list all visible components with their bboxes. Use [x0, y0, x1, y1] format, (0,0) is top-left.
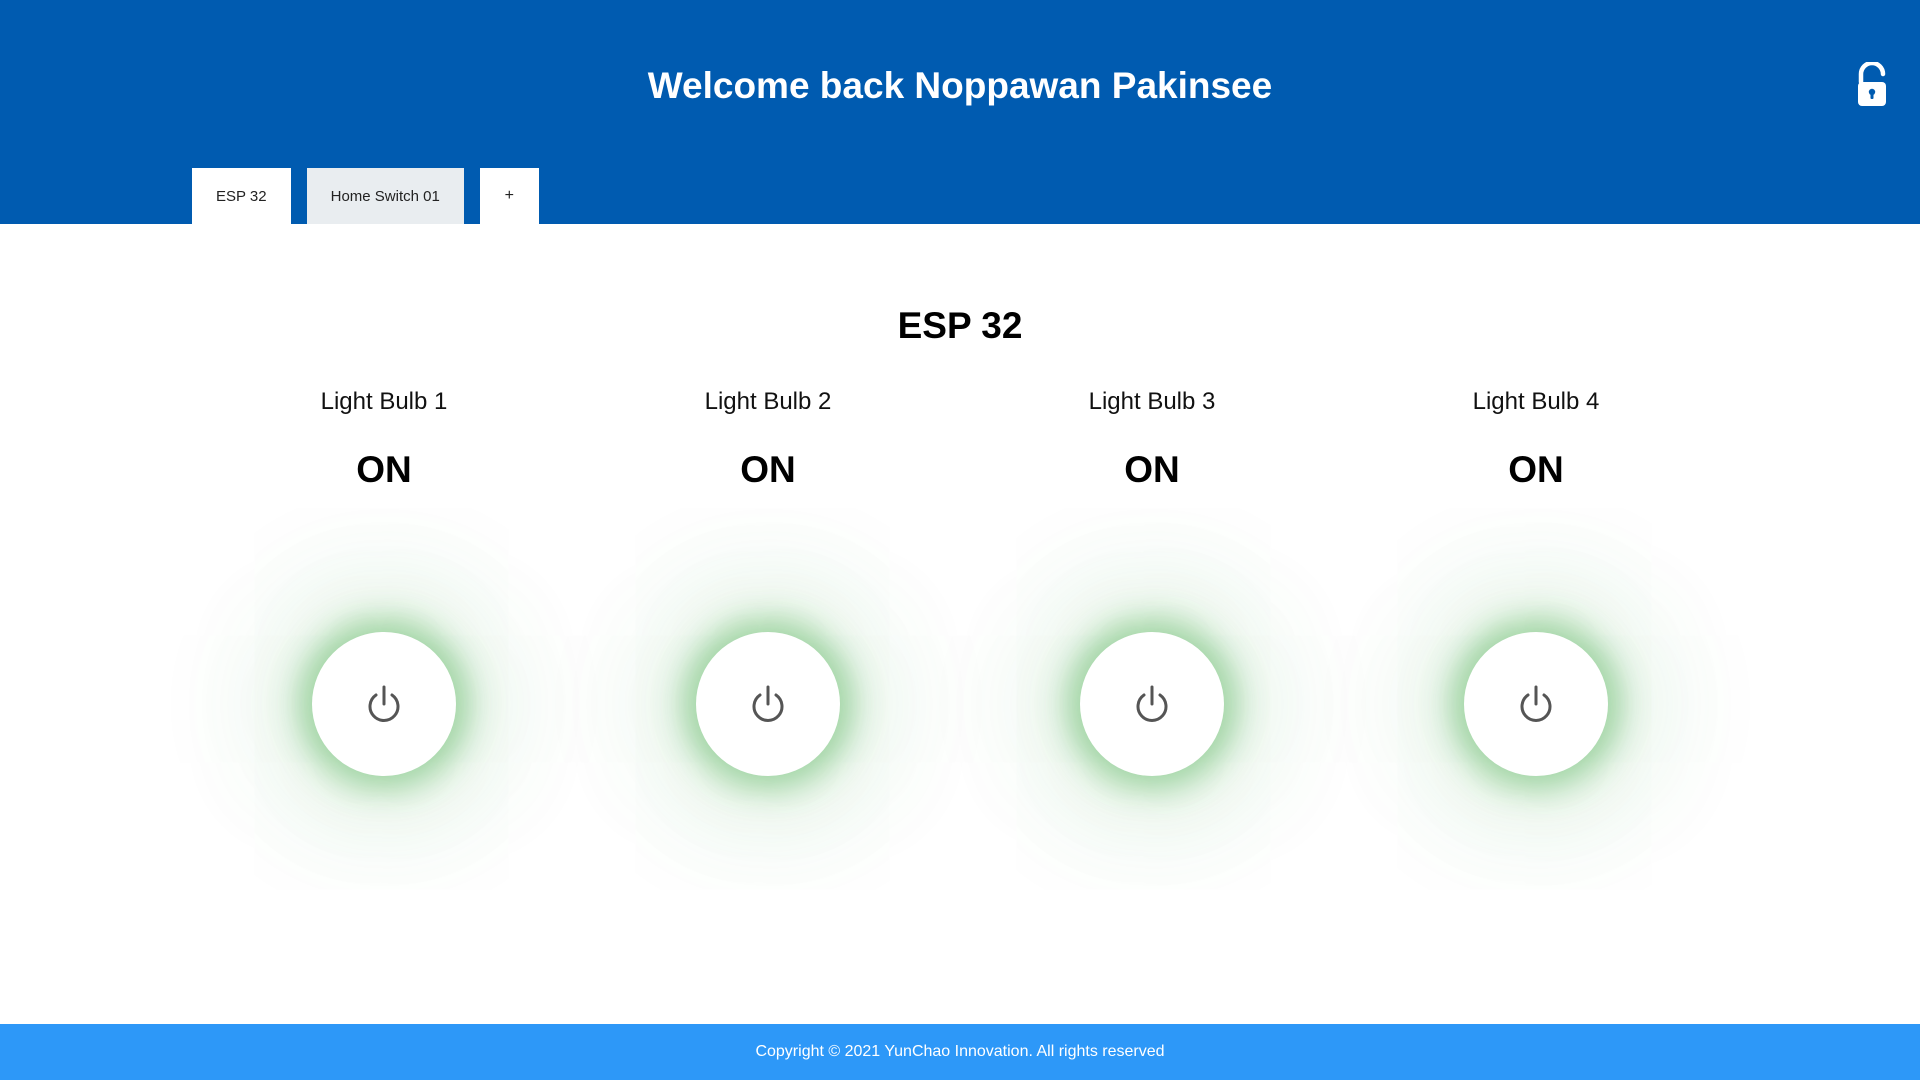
power-button[interactable] — [696, 632, 840, 776]
welcome-title: Welcome back Noppawan Pakinsee — [647, 65, 1273, 106]
power-button[interactable] — [312, 632, 456, 776]
add-tab-button[interactable]: + — [479, 168, 539, 224]
lock-button[interactable] — [1852, 60, 1892, 108]
power-icon — [1520, 685, 1552, 722]
tab-esp-32[interactable]: ESP 32 — [192, 168, 291, 224]
device-name: Light Bulb 1 — [320, 388, 448, 415]
device-card: Light Bulb 3 ON — [960, 380, 1344, 900]
footer: Copyright © 2021 YunChao Innovation. All… — [0, 1024, 1920, 1080]
device-name: Light Bulb 3 — [1088, 388, 1216, 415]
power-button[interactable] — [1464, 632, 1608, 776]
device-state: ON — [1508, 449, 1564, 490]
page: Welcome back Noppawan Pakinsee ESP 32 Ho… — [0, 0, 1920, 1080]
tab-home-switch-01[interactable]: Home Switch 01 — [306, 168, 464, 224]
device-card: Light Bulb 2 ON — [576, 380, 960, 900]
device-state: ON — [356, 449, 412, 490]
device-card: Light Bulb 1 ON — [192, 380, 576, 900]
unlock-icon — [1858, 60, 1886, 106]
device-state: ON — [740, 449, 796, 490]
power-icon — [1136, 685, 1168, 722]
copyright-text: Copyright © 2021 YunChao Innovation. All… — [755, 1043, 1165, 1060]
device-state: ON — [1124, 449, 1180, 490]
device-name: Light Bulb 4 — [1472, 388, 1600, 415]
device-card: Light Bulb 4 ON — [1344, 380, 1728, 900]
device-name: Light Bulb 2 — [704, 388, 832, 415]
device-group-title: ESP 32 — [897, 305, 1023, 346]
power-button[interactable] — [1080, 632, 1224, 776]
device-tabs: ESP 32 Home Switch 01 + — [192, 168, 539, 224]
header: Welcome back Noppawan Pakinsee ESP 32 Ho… — [0, 0, 1920, 224]
power-icon — [368, 685, 400, 722]
power-icon — [752, 685, 784, 722]
